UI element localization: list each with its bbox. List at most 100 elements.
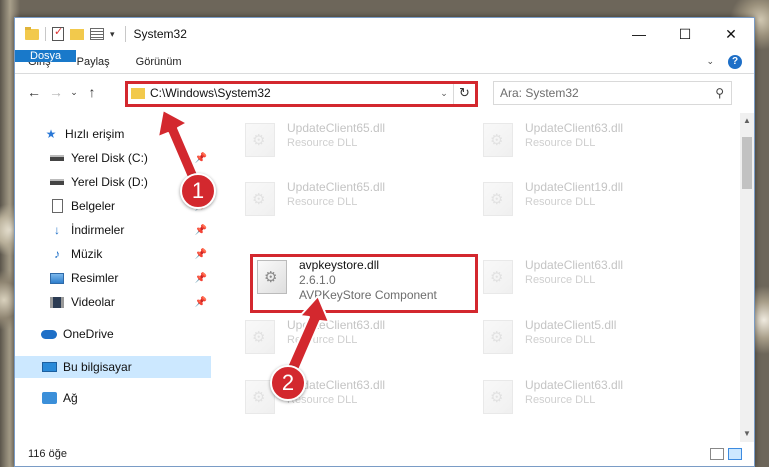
view-options-icon[interactable] <box>90 28 104 40</box>
close-button[interactable]: ✕ <box>708 18 754 50</box>
file-description: Resource DLL <box>525 196 596 208</box>
sidebar-item-label: Ağ <box>63 391 78 405</box>
recent-locations-icon[interactable]: ⌄ <box>67 87 81 98</box>
divider <box>124 26 126 42</box>
folder-icon <box>25 26 39 40</box>
sidebar-item-this-pc[interactable]: Bu bilgisayar <box>15 356 211 378</box>
music-icon: ♪ <box>54 247 60 261</box>
folder-icon <box>131 87 145 99</box>
scrollbar-thumb[interactable] <box>742 137 752 189</box>
tiles-view-icon[interactable] <box>728 448 742 460</box>
sidebar-item-videos[interactable]: Videolar 📌 <box>15 291 211 313</box>
sidebar-item-quick-access[interactable]: ★ Hızlı erişim <box>15 123 211 145</box>
minimize-button[interactable]: — <box>616 18 662 50</box>
step-1-badge: 1 <box>180 173 216 209</box>
sidebar-item-drive-c[interactable]: Yerel Disk (C:) 📌 <box>15 147 211 169</box>
file-item[interactable]: UpdateClient63.dll Resource DLL <box>245 378 385 414</box>
videos-icon <box>49 295 65 309</box>
file-name: UpdateClient63.dll <box>287 318 386 332</box>
back-arrow-icon[interactable]: ← <box>23 84 45 100</box>
address-bar[interactable]: C:\Windows\System32 ⌄ ↻ <box>125 81 476 105</box>
file-item[interactable]: UpdateClient63.dll Resource DLL <box>245 318 385 354</box>
tab-view[interactable]: Görünüm <box>123 50 195 73</box>
title-bar: ▾ System32 — ☐ ✕ <box>15 18 754 50</box>
star-icon: ★ <box>45 127 57 141</box>
sidebar-item-label: Müzik <box>71 247 103 261</box>
maximize-button[interactable]: ☐ <box>662 18 708 50</box>
details-view-icon[interactable] <box>710 448 724 460</box>
pin-icon: 📌 <box>194 296 207 308</box>
sidebar-item-label: Videolar <box>71 295 115 309</box>
scroll-up-icon[interactable]: ▲ <box>740 113 754 129</box>
file-name: UpdateClient63.dll <box>525 121 624 135</box>
up-arrow-icon[interactable]: ↑ <box>81 84 103 100</box>
dll-file-icon <box>245 320 275 354</box>
file-item[interactable]: UpdateClient63.dll Resource DLL <box>483 378 623 414</box>
file-name: UpdateClient5.dll <box>525 318 617 332</box>
file-description: Resource DLL <box>287 394 358 406</box>
file-description: Resource DLL <box>525 137 596 149</box>
expand-ribbon-icon[interactable]: ⌄ <box>706 56 714 67</box>
window-title: System32 <box>133 27 187 41</box>
vertical-scrollbar[interactable]: ▲ ▼ <box>740 113 754 442</box>
file-item[interactable]: UpdateClient65.dll Resource DLL <box>245 180 385 216</box>
tab-file[interactable]: Dosya <box>15 50 77 62</box>
refresh-icon[interactable]: ↻ <box>453 82 475 104</box>
network-icon <box>41 391 57 405</box>
sidebar-item-network[interactable]: Ağ <box>15 387 211 409</box>
pin-icon: 📌 <box>194 272 207 284</box>
step-2-badge: 2 <box>270 365 306 401</box>
onedrive-icon <box>41 327 57 341</box>
customize-toolbar-icon[interactable]: ▾ <box>110 29 115 40</box>
forward-arrow-icon[interactable]: → <box>45 84 67 100</box>
sidebar-item-label: Resimler <box>71 271 119 285</box>
dll-file-icon <box>245 123 275 157</box>
status-bar: 116 öğe <box>15 442 754 466</box>
file-description: Resource DLL <box>525 334 596 346</box>
file-name: UpdateClient63.dll <box>525 378 624 392</box>
help-icon[interactable]: ? <box>728 54 742 69</box>
file-description: Resource DLL <box>525 394 596 406</box>
sidebar-item-label: Bu bilgisayar <box>63 360 132 374</box>
navigation-pane: ★ Hızlı erişim Yerel Disk (C:) 📌 Yerel D… <box>15 113 211 442</box>
sidebar-item-music[interactable]: ♪ Müzik 📌 <box>15 243 211 265</box>
file-description: Resource DLL <box>287 334 358 346</box>
dll-file-icon <box>483 260 513 294</box>
file-item[interactable]: UpdateClient5.dll Resource DLL <box>483 318 616 354</box>
search-icon[interactable]: ⚲ <box>715 86 724 100</box>
new-folder-icon[interactable] <box>70 28 84 40</box>
address-dropdown-icon[interactable]: ⌄ <box>435 88 453 99</box>
pictures-icon <box>49 271 65 285</box>
drive-icon <box>49 175 65 189</box>
file-name: UpdateClient63.dll <box>525 258 624 272</box>
properties-icon[interactable] <box>52 25 64 41</box>
search-input[interactable]: Ara: System32 ⚲ <box>493 81 732 105</box>
file-description: Resource DLL <box>525 274 596 286</box>
dll-file-icon <box>483 182 513 216</box>
sidebar-item-pictures[interactable]: Resimler 📌 <box>15 267 211 289</box>
sidebar-item-downloads[interactable]: ↓ İndirmeler 📌 <box>15 219 211 241</box>
highlight-box-file <box>250 254 478 313</box>
sidebar-item-label: Belgeler <box>71 199 116 213</box>
file-description: Resource DLL <box>287 196 358 208</box>
dll-file-icon <box>483 123 513 157</box>
file-item[interactable]: UpdateClient19.dll Resource DLL <box>483 180 623 216</box>
sidebar-item-onedrive[interactable]: OneDrive <box>15 323 211 345</box>
file-name: UpdateClient65.dll <box>287 121 386 135</box>
pin-icon: 📌 <box>194 248 207 260</box>
ribbon-tabs: Dosya Giriş Paylaş Görünüm ⌄ ? <box>15 50 754 74</box>
file-name: UpdateClient65.dll <box>287 180 386 194</box>
file-item[interactable]: UpdateClient63.dll Resource DLL <box>483 121 623 157</box>
scroll-down-icon[interactable]: ▼ <box>740 426 754 442</box>
sidebar-item-label: İndirmeler <box>71 223 125 237</box>
file-item[interactable]: UpdateClient63.dll Resource DLL <box>483 258 623 294</box>
address-path[interactable]: C:\Windows\System32 <box>150 86 435 100</box>
sidebar-item-label: Yerel Disk (D:) <box>71 175 148 189</box>
sidebar-item-label: Hızlı erişim <box>65 127 125 141</box>
file-explorer-window: ▾ System32 — ☐ ✕ Dosya Giriş Paylaş Görü… <box>14 17 755 467</box>
documents-icon <box>49 199 65 213</box>
file-description: Resource DLL <box>287 137 358 149</box>
pin-icon: 📌 <box>194 152 207 164</box>
file-item[interactable]: UpdateClient65.dll Resource DLL <box>245 121 385 157</box>
drive-icon <box>49 151 65 165</box>
